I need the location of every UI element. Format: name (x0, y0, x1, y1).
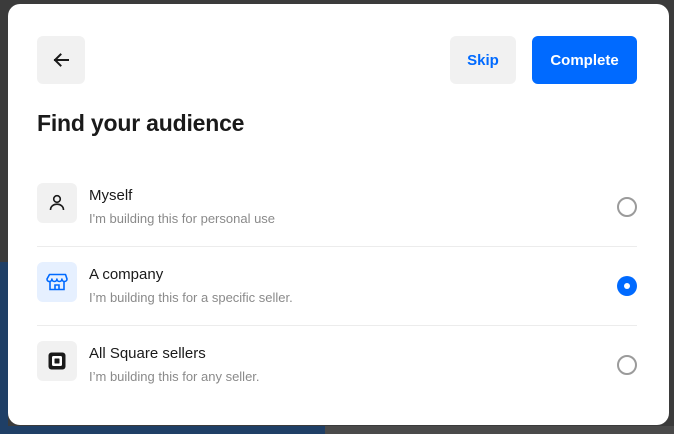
backdrop-bottom-accent (0, 426, 325, 434)
radio-myself[interactable] (617, 197, 637, 217)
option-label: A company (89, 266, 164, 283)
option-myself[interactable]: Myself I'm building this for personal us… (37, 168, 637, 247)
option-description: I’m building this for any seller. (89, 369, 260, 384)
audience-options: Myself I'm building this for personal us… (37, 168, 637, 404)
skip-button[interactable]: Skip (450, 36, 516, 84)
back-button[interactable] (37, 36, 85, 84)
dialog-title: Find your audience (37, 110, 245, 136)
complete-button[interactable]: Complete (532, 36, 637, 84)
square-logo-icon (37, 341, 77, 381)
radio-company[interactable] (617, 276, 637, 296)
option-label: All Square sellers (89, 345, 206, 362)
option-company[interactable]: A company I’m building this for a specif… (37, 247, 637, 326)
option-description: I'm building this for personal use (89, 211, 276, 226)
radio-all-sellers[interactable] (617, 355, 637, 375)
option-description: I’m building this for a specific seller. (89, 290, 293, 305)
option-label: Myself (89, 187, 133, 204)
audience-dialog: Skip Complete Find your audience Myself … (8, 4, 669, 425)
storefront-icon (37, 262, 77, 302)
arrow-left-icon (52, 51, 70, 69)
option-all-sellers[interactable]: All Square sellers I’m building this for… (37, 326, 637, 404)
person-icon (37, 183, 77, 223)
backdrop-panel (0, 262, 8, 434)
